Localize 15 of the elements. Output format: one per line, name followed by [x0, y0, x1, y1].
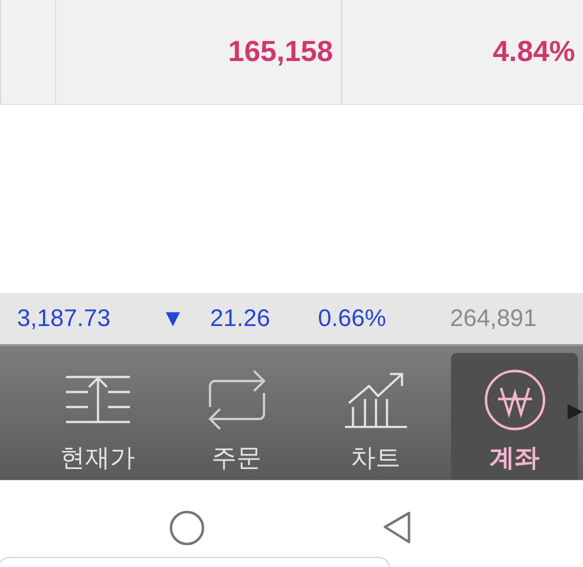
- tab[interactable]: 주문: [167, 353, 306, 480]
- tab[interactable]: 차트: [306, 353, 445, 480]
- won-coin-icon: [484, 369, 546, 431]
- index-value: 3,187.73: [17, 304, 110, 332]
- table-cell: 4.84%: [492, 36, 575, 68]
- change-arrow: ▼: [161, 304, 185, 332]
- change-rate: 0.66%: [318, 304, 386, 332]
- repeat-icon: [208, 369, 266, 431]
- trade-volume: 264,891: [450, 304, 537, 332]
- tab[interactable]: 현재가: [28, 353, 167, 480]
- index-change: 21.26: [210, 304, 270, 332]
- price-list-icon: [66, 375, 130, 425]
- table-cell: 165,158: [228, 36, 333, 68]
- chart-icon: [344, 372, 406, 428]
- home-button[interactable]: [169, 510, 205, 546]
